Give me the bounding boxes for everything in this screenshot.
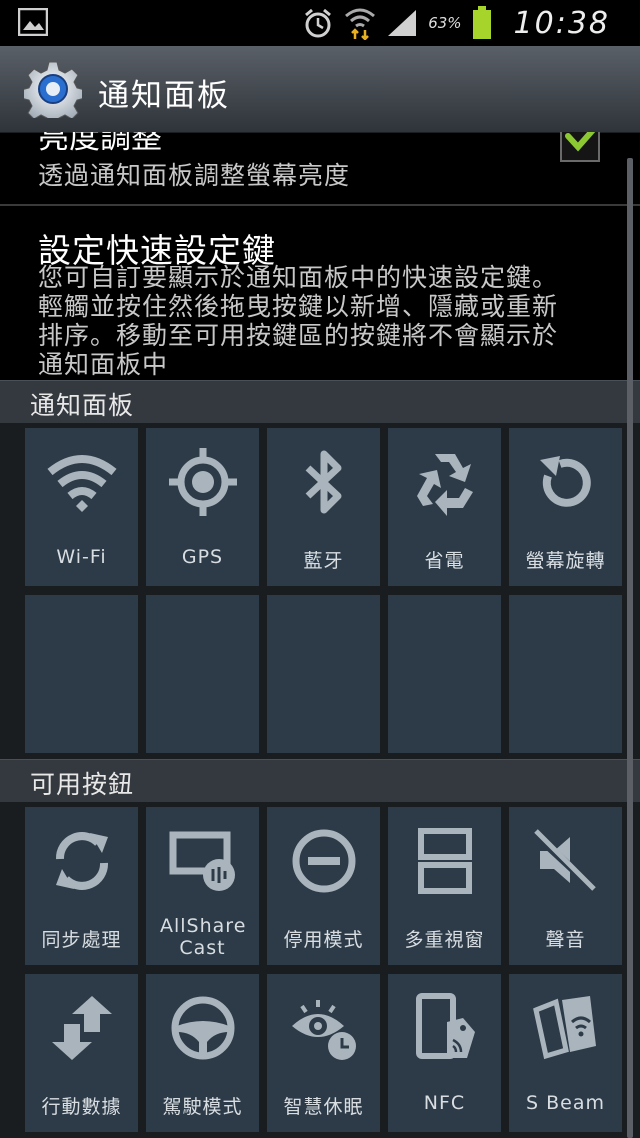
tile-label: 螢幕旋轉 [525,550,606,572]
panel-empty-slot[interactable] [509,595,622,753]
block-icon [292,829,356,893]
alarm-icon [305,8,332,38]
available-tile-allshare-cast[interactable]: AllShare Cast [146,807,259,965]
settings-gear-icon[interactable] [24,60,82,118]
panel-tile-wifi[interactable]: Wi-Fi [25,428,138,586]
panel-section-header: 通知面板 [0,380,640,424]
mobile-data-icon [52,996,112,1060]
gps-icon [169,448,237,516]
available-tile-smart-stay[interactable]: 智慧休眠 [267,974,380,1132]
available-tile-blocking-mode[interactable]: 停用模式 [267,807,380,965]
panel-tile-gps[interactable]: GPS [146,428,259,586]
tile-label: S Beam [526,1092,605,1114]
tile-label: 聲音 [545,929,586,951]
available-tile-s-beam[interactable]: S Beam [509,974,622,1132]
list-divider [0,204,640,206]
panel-empty-slot[interactable] [25,595,138,753]
brightness-checkbox[interactable] [560,132,600,162]
available-section-title: 可用按鈕 [30,770,135,799]
available-tile-nfc[interactable]: NFC [388,974,501,1132]
scrollbar[interactable] [627,158,633,1138]
bluetooth-icon [305,450,342,514]
status-bar: 63% 10:38 [0,0,640,46]
multi-window-icon [418,828,472,894]
panel-empty-slot[interactable] [146,595,259,753]
available-tile-sync[interactable]: 同步處理 [25,807,138,965]
clock: 10:38 [513,5,610,41]
checkmark-icon [565,132,596,152]
brightness-setting-row[interactable]: 亮度調整 透過通知面板調整螢幕亮度 [0,132,640,205]
tile-label: Wi-Fi [56,546,107,568]
panel-tile-screen-rotation[interactable]: 螢幕旋轉 [509,428,622,586]
settings-list[interactable]: 亮度調整 透過通知面板調整螢幕亮度 設定快速設定鍵 您可自訂要顯示於通知面板中的… [0,132,640,1138]
s-beam-icon [533,996,596,1060]
panel-empty-slot[interactable] [267,595,380,753]
tile-label: 行動數據 [41,1096,122,1118]
brightness-summary: 透過通知面板調整螢幕亮度 [38,161,351,190]
tile-label: 同步處理 [41,929,122,951]
tile-label: 多重視窗 [404,929,485,951]
wifi-signal-icon [345,8,376,40]
mute-icon [533,829,596,891]
tile-label: 藍牙 [303,550,344,572]
panel-buttons-grid: Wi-Fi GPS 藍牙 省電 螢幕旋轉 [0,423,640,759]
available-buttons-grid: 同步處理 AllShare Cast 停用模式 多重視窗 聲音 行動數據 駕駛模… [0,802,640,1138]
tile-label: 省電 [424,550,465,572]
allshare-cast-icon [169,831,235,891]
panel-tile-power-saving[interactable]: 省電 [388,428,501,586]
smart-stay-icon [292,1000,356,1060]
tile-label: 駕駛模式 [162,1096,243,1118]
tile-label: NFC [423,1092,466,1114]
brightness-title: 亮度調整 [38,132,162,156]
battery-icon [472,6,491,39]
steering-wheel-icon [171,996,235,1060]
cell-signal-icon [388,10,417,36]
tile-label: GPS [181,546,224,568]
recycle-icon [417,454,473,516]
sync-icon [56,832,108,890]
available-tile-multi-window[interactable]: 多重視窗 [388,807,501,965]
wifi-icon [47,455,117,512]
panel-empty-slot[interactable] [388,595,501,753]
battery-percent: 63% [428,14,462,32]
gallery-notification-icon [18,8,48,36]
action-bar: 通知面板 [0,46,640,133]
available-section-header: 可用按鈕 [0,759,640,803]
quick-keys-summary: 您可自訂要顯示於通知面板中的快速設定鍵。輕觸並按住然後拖曳按鍵以新增、隱藏或重新… [38,263,559,379]
nfc-icon [416,993,475,1059]
tile-label: AllShare Cast [160,915,247,959]
tile-label: 智慧休眠 [283,1096,364,1118]
rotate-icon [540,456,591,507]
tile-label: 停用模式 [283,929,364,951]
panel-section-title: 通知面板 [30,391,135,420]
panel-tile-bluetooth[interactable]: 藍牙 [267,428,380,586]
available-tile-mobile-data[interactable]: 行動數據 [25,974,138,1132]
available-tile-driving-mode[interactable]: 駕駛模式 [146,974,259,1132]
available-tile-sound[interactable]: 聲音 [509,807,622,965]
page-title: 通知面板 [98,78,230,114]
